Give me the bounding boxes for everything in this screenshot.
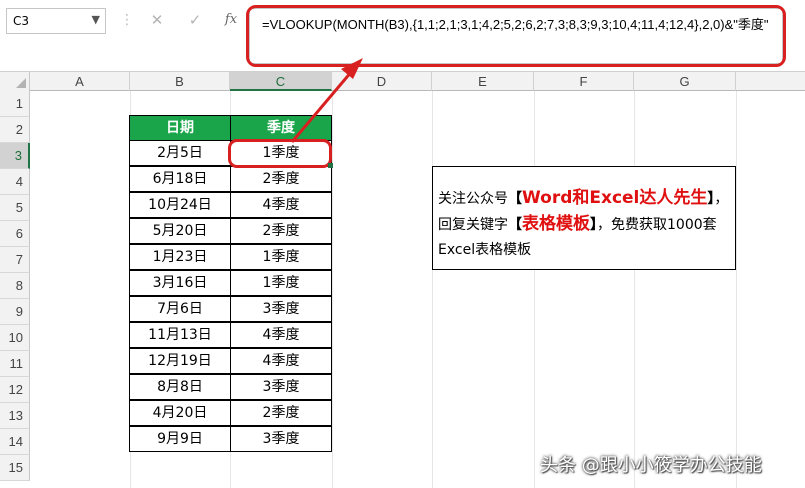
row-header[interactable]: 6: [0, 221, 30, 247]
fill-handle[interactable]: [328, 163, 333, 168]
select-all-corner[interactable]: [0, 72, 30, 91]
row-header[interactable]: 11: [0, 351, 30, 377]
column-header-row: A B C D E F G: [0, 71, 805, 91]
promo-note: 关注公众号【Word和Excel达人先生】，回复关键字【表格模板】，免费获取10…: [432, 166, 736, 270]
watermark: 头条 @跟小小筱学办公技能: [540, 455, 762, 476]
date-cell[interactable]: 8月8日: [129, 374, 231, 400]
gridline: [736, 91, 737, 488]
date-cell[interactable]: 12月19日: [129, 348, 231, 374]
date-cell[interactable]: 2月5日: [129, 140, 231, 166]
quarter-cell[interactable]: 2季度: [230, 400, 332, 426]
separator-icon: ⋮: [120, 12, 134, 28]
column-header-b[interactable]: B: [130, 72, 230, 91]
row-header[interactable]: 10: [0, 325, 30, 351]
quarter-cell[interactable]: 3季度: [230, 296, 332, 322]
date-cell[interactable]: 11月13日: [129, 322, 231, 348]
row-header[interactable]: 3: [0, 143, 30, 169]
row-header[interactable]: 13: [0, 403, 30, 429]
gridline: [534, 91, 535, 488]
column-header-f[interactable]: F: [534, 72, 634, 91]
date-cell[interactable]: 9月9日: [129, 426, 231, 452]
quarter-cell[interactable]: 4季度: [230, 192, 332, 218]
quarter-cell[interactable]: 1季度: [230, 270, 332, 296]
name-box-value: C3: [13, 14, 30, 28]
gridline: [634, 91, 635, 488]
date-cell[interactable]: 7月6日: [129, 296, 231, 322]
gridline: [432, 91, 433, 488]
column-header-g[interactable]: G: [634, 72, 736, 91]
quarter-cell[interactable]: 1季度: [230, 244, 332, 270]
row-header[interactable]: 9: [0, 299, 30, 325]
date-cell[interactable]: 5月20日: [129, 218, 231, 244]
row-header[interactable]: 14: [0, 429, 30, 455]
chevron-down-icon[interactable]: ▼: [92, 13, 100, 26]
date-cell[interactable]: 10月24日: [129, 192, 231, 218]
column-header-a[interactable]: A: [30, 72, 130, 91]
cancel-icon[interactable]: ✕: [146, 11, 168, 33]
column-header-e[interactable]: E: [432, 72, 534, 91]
select-all-icon: [16, 78, 26, 88]
date-cell[interactable]: 6月18日: [129, 166, 231, 192]
header-date[interactable]: 日期: [129, 115, 231, 141]
note-highlight-keyword: 表格模板: [522, 214, 590, 234]
insert-function-icon[interactable]: fx: [220, 12, 242, 34]
row-header[interactable]: 5: [0, 195, 30, 221]
name-box[interactable]: C3 ▼: [6, 8, 106, 34]
note-bracket: 【: [508, 217, 522, 233]
quarter-cell[interactable]: 3季度: [230, 374, 332, 400]
row-header[interactable]: 1: [0, 91, 30, 117]
quarter-cell[interactable]: 4季度: [230, 348, 332, 374]
note-bracket: 】: [590, 217, 597, 233]
formula-highlight-outline: [246, 5, 786, 67]
note-bracket: 【: [508, 191, 522, 207]
note-text: 关注公众号: [438, 191, 508, 207]
quarter-cell[interactable]: 4季度: [230, 322, 332, 348]
row-header[interactable]: 7: [0, 247, 30, 273]
row-header[interactable]: 8: [0, 273, 30, 299]
quarter-cell[interactable]: 2季度: [230, 218, 332, 244]
quarter-cell[interactable]: 3季度: [230, 426, 332, 452]
row-header[interactable]: 2: [0, 117, 30, 143]
header-quarter[interactable]: 季度: [230, 115, 332, 141]
column-header-c[interactable]: C: [230, 72, 332, 91]
row-header[interactable]: 4: [0, 169, 30, 195]
date-cell[interactable]: 4月20日: [129, 400, 231, 426]
column-header-d[interactable]: D: [332, 72, 432, 91]
quarter-cell[interactable]: 2季度: [230, 166, 332, 192]
formula-toolbar: C3 ▼ ⋮ ✕ ✓ fx =VLOOKUP(MONTH(B3),{1,1;2,…: [0, 0, 805, 70]
date-cell[interactable]: 3月16日: [129, 270, 231, 296]
row-header[interactable]: 15: [0, 455, 30, 481]
gridline: [332, 91, 333, 488]
row-header[interactable]: 12: [0, 377, 30, 403]
selected-cell-highlight: [228, 139, 332, 168]
enter-icon[interactable]: ✓: [184, 11, 206, 33]
date-cell[interactable]: 1月23日: [129, 244, 231, 270]
note-highlight-account: Word和Excel达人先生: [522, 188, 708, 208]
